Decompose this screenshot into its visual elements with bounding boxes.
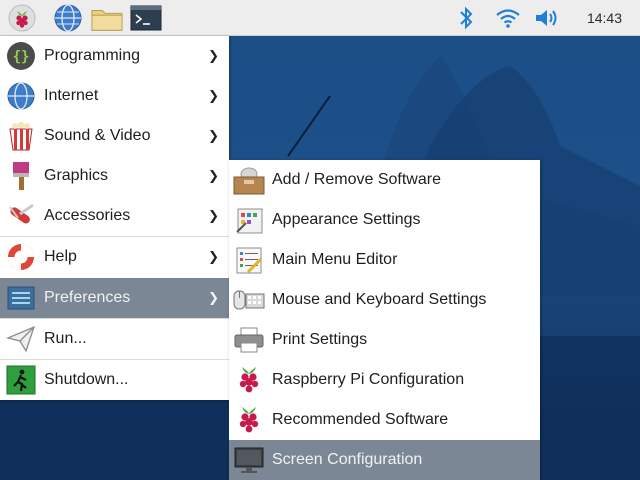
menu-item-raspberry-pi-configuration[interactable]: Raspberry Pi Configuration <box>229 360 540 400</box>
chevron-right-icon: ❯ <box>208 48 219 63</box>
shutdown-icon <box>5 364 37 396</box>
raspberry-icon <box>233 404 265 436</box>
menu-item-main-menu-editor[interactable]: Main Menu Editor <box>229 240 540 280</box>
mouse-keyboard-icon <box>233 284 265 316</box>
raspberry-icon <box>233 364 265 396</box>
menu-item-appearance-settings[interactable]: Appearance Settings <box>229 200 540 240</box>
printer-icon <box>233 324 265 356</box>
menu-item-recommended-software[interactable]: Recommended Software <box>229 400 540 440</box>
internet-icon <box>5 80 37 112</box>
chevron-right-icon: ❯ <box>208 88 219 103</box>
chevron-right-icon: ❯ <box>208 168 219 183</box>
file-manager-icon[interactable] <box>91 2 123 34</box>
menu-item-internet[interactable]: Internet ❯ <box>0 76 229 116</box>
preferences-submenu: Add / Remove Software Appearance Setting… <box>229 160 540 480</box>
menu-item-add-remove-software[interactable]: Add / Remove Software <box>229 160 540 200</box>
raspberry-menu-icon[interactable] <box>6 2 38 34</box>
menu-item-programming[interactable]: {} Programming ❯ <box>0 36 229 76</box>
bluetooth-icon[interactable] <box>450 2 482 34</box>
menu-item-accessories[interactable]: Accessories ❯ <box>0 196 229 236</box>
web-browser-icon[interactable] <box>52 2 84 34</box>
menu-item-sound-video[interactable]: Sound & Video ❯ <box>0 116 229 156</box>
menu-item-mouse-keyboard-settings[interactable]: Mouse and Keyboard Settings <box>229 280 540 320</box>
preferences-icon <box>5 282 37 314</box>
taskbar: 14:43 <box>0 0 640 36</box>
wifi-icon[interactable] <box>492 2 524 34</box>
menu-item-screen-configuration[interactable]: Screen Configuration <box>229 440 540 480</box>
main-menu-editor-icon <box>233 244 265 276</box>
sound-video-icon <box>5 120 37 152</box>
graphics-icon <box>5 160 37 192</box>
clock[interactable]: 14:43 <box>587 0 622 36</box>
run-icon <box>5 323 37 355</box>
chevron-right-icon: ❯ <box>208 128 219 143</box>
chevron-right-icon: ❯ <box>208 290 219 305</box>
menu-item-shutdown[interactable]: Shutdown... <box>0 360 229 400</box>
add-remove-software-icon <box>233 164 265 196</box>
monitor-icon <box>233 444 265 476</box>
menu-item-print-settings[interactable]: Print Settings <box>229 320 540 360</box>
chevron-right-icon: ❯ <box>208 208 219 223</box>
accessories-icon <box>5 200 37 232</box>
menu-item-preferences[interactable]: Preferences ❯ <box>0 278 229 318</box>
menu-item-run[interactable]: Run... <box>0 319 229 359</box>
appearance-settings-icon <box>233 204 265 236</box>
terminal-icon[interactable] <box>130 2 162 34</box>
chevron-right-icon: ❯ <box>208 249 219 264</box>
main-menu: {} Programming ❯ Internet ❯ Sound & Vide… <box>0 36 229 400</box>
help-icon <box>5 241 37 273</box>
svg-text:{}: {} <box>13 49 30 65</box>
programming-icon: {} <box>5 40 37 72</box>
menu-item-help[interactable]: Help ❯ <box>0 237 229 277</box>
menu-item-graphics[interactable]: Graphics ❯ <box>0 156 229 196</box>
volume-icon[interactable] <box>530 2 562 34</box>
